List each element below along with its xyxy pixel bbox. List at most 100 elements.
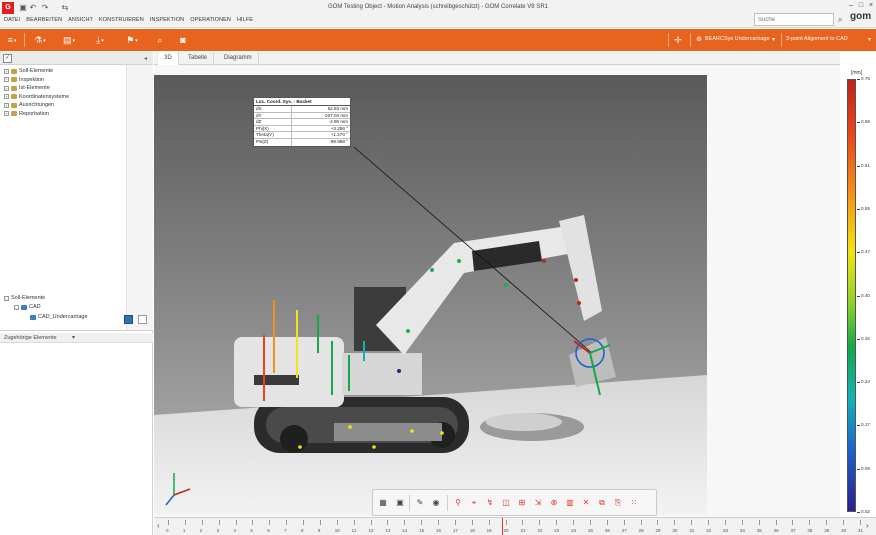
tree-item-koordinatensysteme[interactable]: + Koordinatensysteme <box>4 93 69 102</box>
tab-tabelle[interactable]: Tabelle <box>182 52 215 65</box>
timeline-frame-label[interactable]: 30 <box>672 528 677 533</box>
deviation-tool-icon[interactable]: ↯ <box>485 498 495 508</box>
related-dropdown-icon[interactable]: ▾ <box>72 334 75 341</box>
edit-icon[interactable]: ✎ <box>415 498 425 508</box>
related-item-cad[interactable]: – CAD <box>14 304 41 310</box>
menu-hilfe[interactable]: HILFE <box>237 17 253 23</box>
pick-tool-icon[interactable]: ⌖ <box>469 498 479 508</box>
minimize-icon[interactable]: – <box>846 1 856 10</box>
timeline-frame-label[interactable]: 17 <box>453 528 458 533</box>
flag-tool-icon[interactable]: ⚑▾ <box>125 34 139 46</box>
pin-icon[interactable]: ✛ <box>673 34 683 46</box>
timeline-frame-label[interactable]: 6 <box>267 528 270 533</box>
color-scale-legend[interactable]: [mm] 0.75 0.69 0.61 0.55 0.47 0.40 0.32 0.24 0.1… <box>841 65 876 517</box>
expand-icon[interactable]: + <box>4 102 9 108</box>
timeline-frame-label[interactable]: 2 <box>200 528 203 533</box>
timeline-frame-label[interactable]: 9 <box>318 528 321 533</box>
related-item-soll[interactable]: – Soll-Elemente <box>4 295 45 301</box>
expand-icon[interactable]: + <box>4 94 9 100</box>
tab-diagramm[interactable]: Diagramm <box>218 52 259 65</box>
timeline-frame-label[interactable]: 18 <box>470 528 475 533</box>
timeline-frame-label[interactable]: 7 <box>284 528 287 533</box>
section-tool-icon[interactable]: ◫ <box>501 498 511 508</box>
timeline-frame-label[interactable]: 5 <box>250 528 253 533</box>
timeline-cursor[interactable] <box>502 518 503 535</box>
timeline-frame-label[interactable]: 40 <box>841 528 846 533</box>
search-icon[interactable]: ⌕ <box>838 15 847 24</box>
maximize-icon[interactable]: □ <box>856 1 866 10</box>
timeline-prev-icon[interactable]: ‹ <box>157 521 165 531</box>
coordinate-label-table[interactable]: Loc. Coord. Sys. - Bucket dX 52.83 mm dY -… <box>253 97 351 147</box>
timeline-frame-label[interactable]: 21 <box>520 528 525 533</box>
document-tool-icon[interactable]: ▤▾ <box>62 34 76 46</box>
timeline-frame-label[interactable]: 37 <box>790 528 795 533</box>
explorer-filter-icon[interactable]: ✓ <box>3 54 12 63</box>
copy-tool-icon[interactable]: ⧉ <box>597 498 607 508</box>
timeline-frame-label[interactable]: 32 <box>706 528 711 533</box>
timeline-frame-label[interactable]: 41 <box>858 528 863 533</box>
timeline-frame-label[interactable]: 8 <box>301 528 304 533</box>
explorer-scroll-area[interactable] <box>126 65 153 330</box>
timeline-frame-label[interactable]: 14 <box>402 528 407 533</box>
timeline-frame-label[interactable]: 11 <box>352 528 357 533</box>
delete-tool-icon[interactable]: ✕ <box>581 498 591 508</box>
timeline-frame-label[interactable]: 23 <box>554 528 559 533</box>
measure-tool-icon[interactable]: ⚲ <box>453 498 463 508</box>
visibility-icon[interactable]: ◉ <box>431 498 441 508</box>
menu-inspektion[interactable]: INSPEKTION <box>150 17 184 23</box>
tree-item-reporbation[interactable]: + Reporbation <box>4 110 69 119</box>
expand-icon[interactable]: + <box>4 85 9 91</box>
close-icon[interactable]: × <box>866 1 876 10</box>
alignment-mode-dropdown-icon[interactable]: ▾ <box>868 36 871 43</box>
timeline-frame-label[interactable]: 12 <box>369 528 374 533</box>
alignment-mode-selector[interactable]: 3-point Alignment to CAD <box>786 36 848 42</box>
timeline-frame-label[interactable]: 39 <box>824 528 829 533</box>
export-tool-icon[interactable]: ⎘ <box>613 498 623 508</box>
menu-bearbeiten[interactable]: BEARBEITEN <box>26 17 62 23</box>
tree-item-ausrichtungen[interactable]: + Ausrichtungen <box>4 101 69 110</box>
tree-item-ist[interactable]: + Ist-Elemente <box>4 84 69 93</box>
timeline-frame-label[interactable]: 38 <box>807 528 812 533</box>
tab-3d[interactable]: 3D <box>158 52 179 65</box>
timeline-frame-label[interactable]: 29 <box>655 528 660 533</box>
timeline-frame-label[interactable]: 31 <box>689 528 694 533</box>
timeline-frame-label[interactable]: 15 <box>419 528 424 533</box>
menu-operationen[interactable]: OPERATIONEN <box>190 17 231 23</box>
label-tool-icon[interactable]: ⊞ <box>517 498 527 508</box>
camera-icon[interactable]: ◙ <box>178 34 188 46</box>
alignment-dropdown-icon[interactable]: ▾ <box>772 36 775 43</box>
timeline-frame-label[interactable]: 16 <box>436 528 441 533</box>
measurement-image[interactable] <box>154 75 707 515</box>
menu-ansicht[interactable]: ANSICHT <box>68 17 93 23</box>
link-tool-icon[interactable]: ⊗ <box>549 498 559 508</box>
menu-konstruieren[interactable]: KONSTRUIEREN <box>99 17 144 23</box>
timeline-frame-label[interactable]: 20 <box>504 528 509 533</box>
view-table-icon[interactable]: ▦ <box>378 498 388 508</box>
timeline-frame-label[interactable]: 27 <box>622 528 627 533</box>
vector-tool-icon[interactable]: ⇲ <box>533 498 543 508</box>
3d-viewport[interactable]: Loc. Coord. Sys. - Bucket dX 52.83 mm dY -… <box>154 65 840 517</box>
tree-item-inspektion[interactable]: + Inspektion <box>4 76 69 85</box>
expand-icon[interactable]: + <box>4 68 9 74</box>
timeline-frame-label[interactable]: 35 <box>757 528 762 533</box>
collapse-icon[interactable]: – <box>14 304 19 310</box>
timeline-frame-label[interactable]: 36 <box>774 528 779 533</box>
timeline-frame-label[interactable]: 24 <box>571 528 576 533</box>
zoom-search-icon[interactable]: ⌕ <box>155 34 165 46</box>
import-tool-icon[interactable]: ⤓▾ <box>93 34 107 46</box>
timeline-frame-label[interactable]: 13 <box>385 528 390 533</box>
related-item-cad-undercarriage[interactable]: CAD_Undercarriage <box>30 314 88 320</box>
timeline-frame-label[interactable]: 0 <box>166 528 169 533</box>
hamburger-menu-icon[interactable]: ≡▾ <box>5 34 19 46</box>
search-input[interactable] <box>754 13 834 26</box>
construct-tool-icon[interactable]: ⚗▾ <box>33 34 47 46</box>
visibility-toggle[interactable] <box>138 315 147 324</box>
timeline-frame-label[interactable]: 22 <box>537 528 542 533</box>
grid-tool-icon[interactable]: ⁙ <box>629 498 639 508</box>
timeline-frame-label[interactable]: 28 <box>639 528 644 533</box>
timeline-frame-label[interactable]: 33 <box>723 528 728 533</box>
timeline-frame-label[interactable]: 10 <box>335 528 340 533</box>
coordinate-system-icon[interactable]: ⊕ <box>694 34 704 46</box>
alignment-selector[interactable]: BEARCSys Undercarriage <box>705 36 770 42</box>
tree-item-soll[interactable]: + Soll-Elemente <box>4 67 69 76</box>
